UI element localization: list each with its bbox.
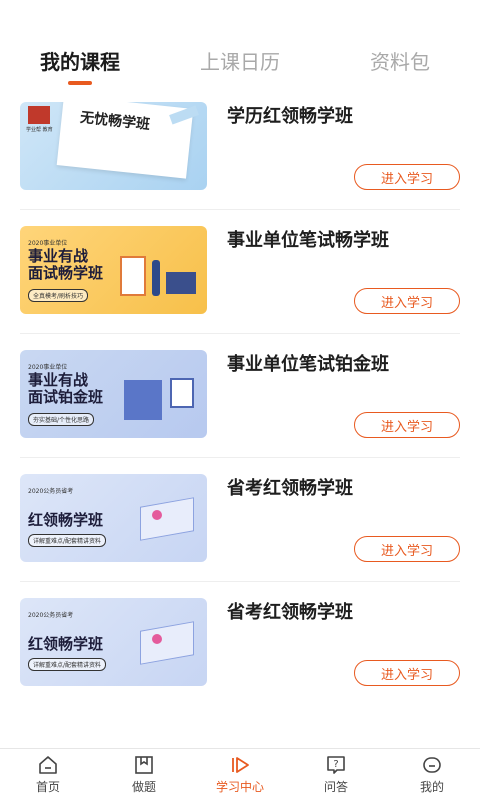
nav-home[interactable]: 首页: [0, 749, 96, 800]
active-tab-indicator: [68, 81, 92, 85]
course-thumbnail: 2020公务员省考 红领畅学班 详解重难点/配套精讲资料: [20, 474, 207, 562]
person-illustration: [152, 260, 160, 296]
tab-material-pack[interactable]: 资料包: [320, 0, 480, 86]
course-card[interactable]: 学业帮 教育 无忧畅学班 学历红领畅学班 进入学习: [20, 86, 460, 210]
thumb-tag-bottom: 全真模考/刷析技巧: [28, 289, 89, 302]
dashboard-illustration: [140, 621, 194, 665]
thumb-tag-bottom: 详解重难点/配套精讲资料: [28, 534, 107, 547]
thumb-tag-top: 2020事业单位: [28, 240, 68, 247]
logo-icon: [28, 106, 50, 124]
pie-illustration: [152, 510, 162, 520]
course-tabs: 我的课程 上课日历 资料包: [0, 0, 480, 86]
desk-illustration: [166, 272, 196, 294]
bottom-nav: 首页 做题 学习中心 ? 问答 我的: [0, 748, 480, 800]
thumb-headline: 面试铂金班: [28, 388, 104, 406]
tab-class-calendar[interactable]: 上课日历: [160, 0, 320, 86]
nav-label: 我的: [419, 780, 444, 794]
course-card[interactable]: 2020公务员省考 红领畅学班 详解重难点/配套精讲资料 省考红领畅学班 进入学…: [20, 582, 460, 706]
nav-qa[interactable]: ? 问答: [288, 749, 384, 800]
nav-study-center[interactable]: 学习中心: [192, 749, 288, 800]
pie-illustration: [152, 634, 162, 644]
thumb-headline: 事业有战: [28, 371, 89, 389]
nav-label: 首页: [35, 780, 60, 794]
profile-icon: [423, 757, 441, 773]
play-icon: [232, 757, 249, 773]
tab-label: 上课日历: [200, 50, 280, 74]
enter-study-button[interactable]: 进入学习: [354, 412, 460, 438]
window-illustration: [124, 380, 162, 420]
board-illustration: [170, 378, 194, 408]
svg-text:?: ?: [333, 759, 338, 770]
nav-label: 做题: [131, 780, 156, 794]
thumb-headline: 事业有战: [28, 247, 89, 265]
nav-mine[interactable]: 我的: [384, 749, 480, 800]
course-list: 学业帮 教育 无忧畅学班 学历红领畅学班 进入学习 2020事业单位 事业有战 …: [0, 86, 480, 706]
dashboard-illustration: [140, 497, 194, 541]
enter-study-button[interactable]: 进入学习: [354, 660, 460, 686]
enter-study-button[interactable]: 进入学习: [354, 536, 460, 562]
course-thumbnail: 2020公务员省考 红领畅学班 详解重难点/配套精讲资料: [20, 598, 207, 686]
thumb-tag-bottom: 夯实基础/个性化思路: [28, 413, 95, 426]
tab-label: 我的课程: [40, 50, 120, 74]
course-thumbnail: 学业帮 教育 无忧畅学班: [20, 102, 207, 190]
thumb-logo-text: 学业帮 教育: [26, 127, 53, 133]
tab-label: 资料包: [370, 50, 430, 74]
thumb-headline: 红领畅学班: [28, 511, 104, 529]
home-icon: [39, 756, 57, 774]
course-title: 省考红领畅学班: [227, 602, 353, 623]
thumb-tag-top: 2020公务员省考: [28, 488, 74, 495]
course-title: 事业单位笔试铂金班: [227, 354, 389, 375]
nav-label: 学习中心: [215, 780, 264, 794]
course-card[interactable]: 2020公务员省考 红领畅学班 详解重难点/配套精讲资料 省考红领畅学班 进入学…: [20, 458, 460, 582]
course-title: 学历红领畅学班: [227, 106, 353, 127]
nav-exercises[interactable]: 做题: [96, 749, 192, 800]
shelf-illustration: [120, 256, 146, 296]
book-icon: [135, 756, 153, 774]
course-thumbnail: 2020事业单位 事业有战 面试畅学班 全真模考/刷析技巧: [20, 226, 207, 314]
enter-study-button[interactable]: 进入学习: [354, 164, 460, 190]
course-card[interactable]: 2020事业单位 事业有战 面试铂金班 夯实基础/个性化思路 事业单位笔试铂金班…: [20, 334, 460, 458]
thumb-tag-bottom: 详解重难点/配套精讲资料: [28, 658, 107, 671]
course-card[interactable]: 2020事业单位 事业有战 面试畅学班 全真模考/刷析技巧 事业单位笔试畅学班 …: [20, 210, 460, 334]
question-icon: ?: [327, 756, 345, 774]
enter-study-button[interactable]: 进入学习: [354, 288, 460, 314]
thumb-tag-top: 2020公务员省考: [28, 612, 74, 619]
tab-my-courses[interactable]: 我的课程: [0, 0, 160, 86]
thumb-headline: 红领畅学班: [28, 635, 104, 653]
nav-label: 问答: [323, 780, 348, 794]
thumb-tag-top: 2020事业单位: [28, 364, 68, 371]
thumb-headline: 面试畅学班: [28, 264, 104, 282]
course-title: 事业单位笔试畅学班: [227, 230, 389, 251]
course-title: 省考红领畅学班: [227, 478, 353, 499]
course-thumbnail: 2020事业单位 事业有战 面试铂金班 夯实基础/个性化思路: [20, 350, 207, 438]
